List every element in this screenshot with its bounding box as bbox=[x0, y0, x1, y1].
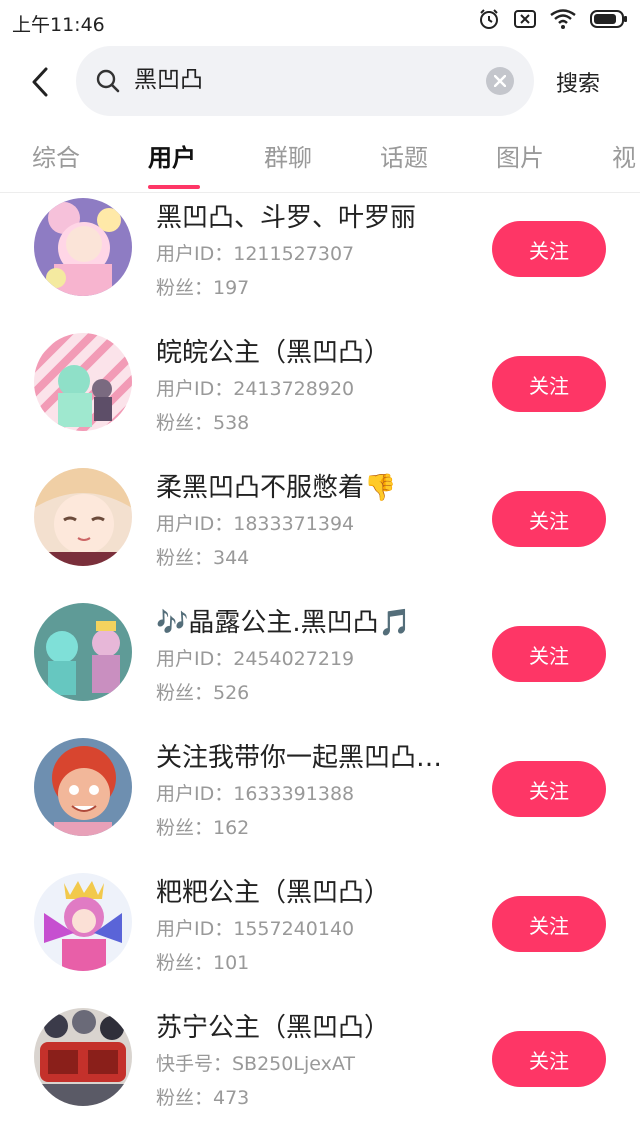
close-icon bbox=[494, 75, 506, 87]
sim-off-icon bbox=[514, 9, 536, 33]
fans-count: 粉丝：344 bbox=[156, 547, 250, 569]
follow-button[interactable]: 关注 bbox=[492, 356, 606, 412]
user-id: 用户ID：1211527307 bbox=[156, 243, 355, 265]
user-name: 苏宁公主（黑凹凸） bbox=[156, 1013, 391, 1043]
user-result-row[interactable]: 苏宁公主（黑凹凸） 快手号：SB250LjexAT 粉丝：473 关注 bbox=[0, 1003, 640, 1138]
wifi-icon bbox=[550, 9, 576, 33]
status-time: 上午11:46 bbox=[12, 14, 105, 36]
avatar[interactable] bbox=[34, 333, 132, 431]
avatar[interactable] bbox=[34, 603, 132, 701]
user-name: 关注我带你一起黑凹凸… bbox=[156, 743, 443, 773]
follow-button[interactable]: 关注 bbox=[492, 626, 606, 682]
user-result-row[interactable]: 关注我带你一起黑凹凸… 用户ID：1633391388 粉丝：162 关注 bbox=[0, 733, 640, 868]
alarm-icon bbox=[478, 8, 500, 34]
back-button[interactable] bbox=[22, 62, 58, 102]
avatar[interactable] bbox=[34, 1008, 132, 1106]
fans-count: 粉丝：162 bbox=[156, 817, 250, 839]
user-name: 柔黑凹凸不服憋着👎 bbox=[156, 473, 397, 503]
avatar[interactable] bbox=[34, 198, 132, 296]
search-header: 搜索 bbox=[0, 44, 640, 120]
result-tabs: 综合 用户 群聊 话题 图片 视 bbox=[0, 126, 640, 193]
user-result-row[interactable]: 黑凹凸、斗罗、叶罗丽 用户ID：1211527307 粉丝：197 关注 bbox=[0, 193, 640, 328]
tab-group-chats[interactable]: 群聊 bbox=[264, 138, 312, 173]
user-result-row[interactable]: 柔黑凹凸不服憋着👎 用户ID：1833371394 粉丝：344 关注 bbox=[0, 463, 640, 598]
follow-button[interactable]: 关注 bbox=[492, 491, 606, 547]
chevron-left-icon bbox=[32, 67, 48, 97]
user-id: 用户ID：1833371394 bbox=[156, 513, 355, 535]
avatar[interactable] bbox=[34, 738, 132, 836]
follow-button[interactable]: 关注 bbox=[492, 761, 606, 817]
tab-topics[interactable]: 话题 bbox=[380, 138, 428, 173]
user-result-row[interactable]: 🎶晶露公主.黑凹凸🎵 用户ID：2454027219 粉丝：526 关注 bbox=[0, 598, 640, 733]
tab-videos[interactable]: 视 bbox=[612, 138, 636, 173]
user-id: 用户ID：1557240140 bbox=[156, 918, 355, 940]
tab-users[interactable]: 用户 bbox=[148, 138, 196, 173]
tab-comprehensive[interactable]: 综合 bbox=[32, 138, 80, 173]
user-result-row[interactable]: 粑粑公主（黑凹凸） 用户ID：1557240140 粉丝：101 关注 bbox=[0, 868, 640, 1003]
follow-button[interactable]: 关注 bbox=[492, 1031, 606, 1087]
user-id: 用户ID：2454027219 bbox=[156, 648, 355, 670]
user-name: 粑粑公主（黑凹凸） bbox=[156, 878, 391, 908]
fans-count: 粉丝：473 bbox=[156, 1087, 250, 1109]
user-name: 皖皖公主（黑凹凸） bbox=[156, 338, 391, 368]
user-id: 快手号：SB250LjexAT bbox=[156, 1053, 355, 1075]
clear-search-button[interactable] bbox=[486, 67, 514, 95]
avatar[interactable] bbox=[34, 468, 132, 566]
search-input[interactable] bbox=[134, 64, 454, 90]
battery-icon bbox=[590, 9, 628, 33]
fans-count: 粉丝：101 bbox=[156, 952, 250, 974]
user-name: 🎶晶露公主.黑凹凸🎵 bbox=[156, 608, 412, 638]
fans-count: 粉丝：538 bbox=[156, 412, 250, 434]
follow-button[interactable]: 关注 bbox=[492, 221, 606, 277]
search-button[interactable]: 搜索 bbox=[556, 66, 600, 98]
user-id: 用户ID：2413728920 bbox=[156, 378, 355, 400]
search-box[interactable] bbox=[76, 46, 534, 116]
user-name: 黑凹凸、斗罗、叶罗丽 bbox=[156, 203, 417, 233]
fans-count: 粉丝：197 bbox=[156, 277, 250, 299]
avatar[interactable] bbox=[34, 873, 132, 971]
tab-images[interactable]: 图片 bbox=[496, 138, 544, 173]
search-icon bbox=[96, 69, 120, 97]
user-id: 用户ID：1633391388 bbox=[156, 783, 355, 805]
active-tab-indicator bbox=[148, 185, 200, 189]
user-result-row[interactable]: 皖皖公主（黑凹凸） 用户ID：2413728920 粉丝：538 关注 bbox=[0, 328, 640, 463]
fans-count: 粉丝：526 bbox=[156, 682, 250, 704]
status-icons bbox=[478, 9, 628, 33]
follow-button[interactable]: 关注 bbox=[492, 896, 606, 952]
status-bar: 上午11:46 bbox=[0, 0, 640, 42]
